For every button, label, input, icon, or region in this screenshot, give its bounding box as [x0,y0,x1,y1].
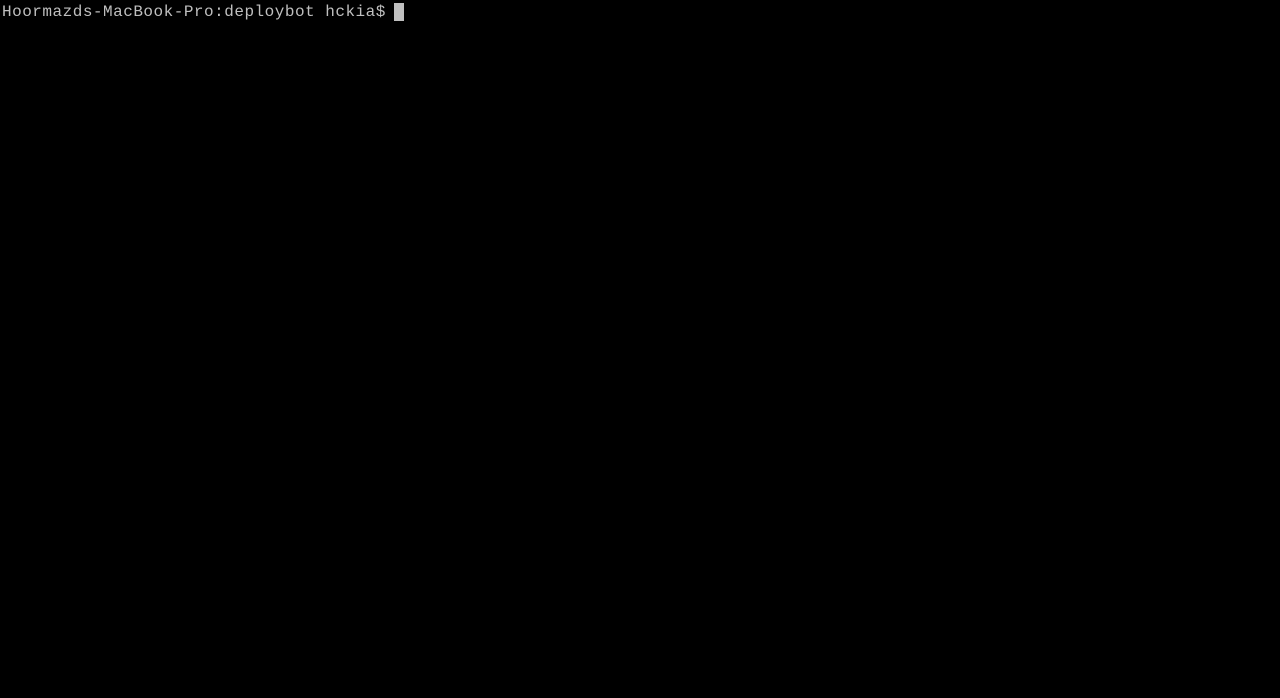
terminal-window[interactable]: Hoormazds-MacBook-Pro:deploybot hckia$ [0,0,1280,698]
cursor-block [394,3,404,21]
shell-prompt: Hoormazds-MacBook-Pro:deploybot hckia$ [2,2,386,22]
prompt-line: Hoormazds-MacBook-Pro:deploybot hckia$ [2,2,1280,22]
